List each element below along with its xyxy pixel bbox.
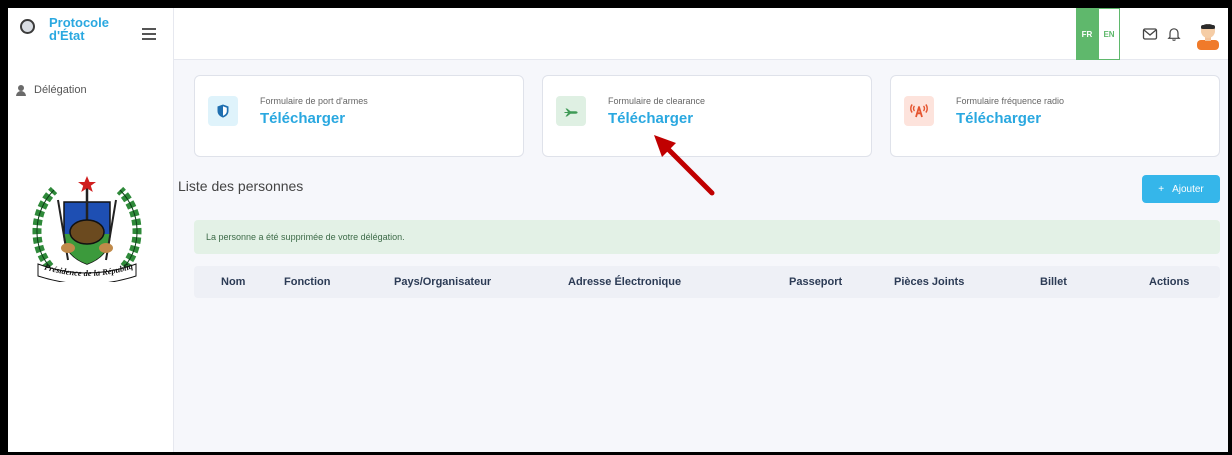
- sidebar-item-delegation[interactable]: Délégation: [16, 84, 87, 96]
- lang-fr-button[interactable]: FR: [1076, 8, 1098, 60]
- presidential-seal-logo: Présidence de la République: [28, 172, 142, 282]
- bell-icon[interactable]: [1166, 26, 1182, 42]
- add-person-button[interactable]: + Ajouter: [1142, 175, 1220, 203]
- shield-icon: [208, 96, 238, 126]
- column-header-passeport[interactable]: Passeport: [789, 276, 842, 288]
- column-header-billet[interactable]: Billet: [1040, 276, 1067, 288]
- download-link[interactable]: Télécharger: [260, 110, 345, 127]
- card-frequence-radio: Formulaire fréquence radio Télécharger: [890, 75, 1220, 157]
- mail-icon[interactable]: [1142, 26, 1158, 42]
- lang-en-button[interactable]: EN: [1098, 8, 1120, 60]
- column-header-pays[interactable]: Pays/Organisateur: [394, 276, 491, 288]
- sidebar-item-label: Délégation: [34, 84, 87, 96]
- avatar[interactable]: [1194, 20, 1222, 50]
- card-label: Formulaire de port d'armes: [260, 96, 368, 106]
- table-header: Nom Fonction Pays/Organisateur Adresse É…: [194, 266, 1220, 298]
- column-header-actions[interactable]: Actions: [1149, 276, 1189, 288]
- column-header-fonction[interactable]: Fonction: [284, 276, 330, 288]
- user-icon: [16, 84, 26, 96]
- card-port-armes: Formulaire de port d'armes Télécharger: [194, 75, 524, 157]
- column-header-email[interactable]: Adresse Électronique: [568, 276, 681, 288]
- topbar: FR EN: [174, 8, 1228, 60]
- card-clearance: Formulaire de clearance Télécharger: [542, 75, 872, 157]
- plane-icon: [556, 96, 586, 126]
- brand-emblem-icon: [20, 19, 35, 34]
- add-button-label: Ajouter: [1172, 183, 1204, 195]
- hamburger-menu-icon[interactable]: [142, 28, 156, 40]
- alert-message: La personne a été supprimée de votre dél…: [206, 232, 405, 242]
- plus-icon: +: [1158, 183, 1165, 195]
- app-title: Protocole d'État: [49, 15, 109, 43]
- column-header-pieces-joints[interactable]: Pièces Joints: [894, 276, 964, 288]
- section-title: Liste des personnes: [178, 178, 304, 194]
- column-header-nom[interactable]: Nom: [221, 276, 245, 288]
- card-label: Formulaire fréquence radio: [956, 96, 1065, 106]
- success-alert: La personne a été supprimée de votre dél…: [194, 220, 1220, 254]
- download-link[interactable]: Télécharger: [608, 110, 693, 127]
- radio-tower-icon: [904, 96, 934, 126]
- sidebar: Protocole d'État Délégation Présidence d…: [8, 8, 174, 452]
- app-window: Protocole d'État Délégation Présidence d…: [8, 8, 1228, 452]
- download-link[interactable]: Télécharger: [956, 110, 1041, 127]
- card-label: Formulaire de clearance: [608, 96, 706, 106]
